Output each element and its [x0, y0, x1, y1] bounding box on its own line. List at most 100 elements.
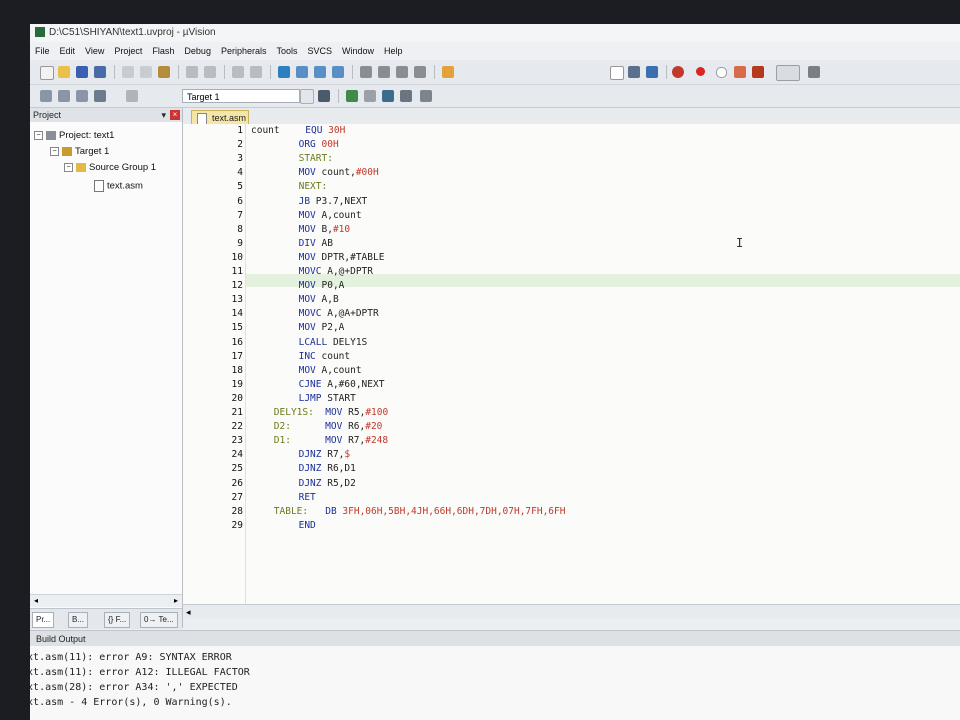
menu-view[interactable]: View	[80, 42, 109, 60]
batch-build-icon[interactable]	[94, 90, 106, 102]
target-dropdown-icon[interactable]	[300, 89, 314, 104]
configure-icon[interactable]	[808, 66, 820, 78]
code-literal: $	[344, 449, 351, 461]
target-options-icon[interactable]	[318, 90, 330, 102]
menu-help[interactable]: Help	[379, 42, 408, 60]
paste-icon[interactable]	[158, 66, 170, 78]
menu-flash[interactable]: Flash	[147, 42, 179, 60]
save-all-icon[interactable]	[94, 66, 106, 78]
comment-icon[interactable]	[396, 66, 408, 78]
build-icon[interactable]	[58, 90, 70, 102]
menu-edit[interactable]: Edit	[55, 42, 81, 60]
prev-bookmark-icon[interactable]	[296, 66, 308, 78]
code-mnemonic: MOV	[298, 167, 316, 179]
tree-group-label: Source Group 1	[89, 162, 157, 173]
undo-icon[interactable]	[186, 66, 198, 78]
indent-icon[interactable]	[360, 66, 372, 78]
window-layout-icon[interactable]	[776, 65, 800, 81]
project-panel-tabs: Pr... B... {} F... 0→ Te...	[30, 608, 182, 629]
project-hscrollbar[interactable]: ◂ ▸	[30, 594, 182, 607]
code-editor[interactable]: 1 count EQU 30H 2 ORG 00H 3 START: 4 MOV count,#…	[183, 124, 960, 604]
nav-back-icon[interactable]	[232, 66, 244, 78]
tab-functions[interactable]: {} F...	[104, 612, 131, 628]
tab-books[interactable]: B...	[68, 612, 89, 628]
build-output-header: Build Output	[30, 630, 960, 647]
run-time-env-icon[interactable]	[400, 90, 412, 102]
file-extensions-icon[interactable]	[364, 90, 376, 102]
build-output-title: Build Output	[36, 634, 86, 644]
scroll-left-icon[interactable]: ◂	[186, 605, 191, 619]
select-packs-icon[interactable]	[382, 90, 394, 102]
line-number: 1	[237, 125, 243, 136]
kill-breakpoints-icon[interactable]	[752, 66, 764, 78]
code-line: MOV B,#10	[251, 224, 351, 235]
manage-components-icon[interactable]	[346, 90, 358, 102]
tab-templates[interactable]: 0→ Te...	[140, 612, 178, 628]
new-file-icon[interactable]	[40, 66, 54, 80]
target-select[interactable]: Target 1	[182, 89, 300, 103]
code-label: DELY1S:	[273, 407, 314, 418]
bookmark-icon[interactable]	[278, 66, 290, 78]
cut-icon[interactable]	[122, 66, 134, 78]
tree-file[interactable]: text.asm	[94, 180, 143, 192]
clear-breakpoints-icon[interactable]	[734, 66, 746, 78]
find-icon[interactable]	[628, 66, 640, 78]
code-label: D1:	[273, 435, 291, 447]
build-toolbar: Target 1	[30, 85, 960, 108]
line-number: 29	[231, 519, 243, 531]
tree-target[interactable]: − Target 1	[50, 146, 109, 157]
translate-icon[interactable]	[40, 90, 52, 102]
menu-project[interactable]: Project	[109, 42, 147, 60]
tree-source-group[interactable]: − Source Group 1	[64, 162, 156, 173]
collapse-icon[interactable]: −	[64, 162, 73, 172]
breakpoint-icon[interactable]	[696, 67, 705, 76]
nav-forward-icon[interactable]	[250, 66, 262, 78]
pin-icon[interactable]: ▾	[161, 108, 166, 122]
menu-svcs[interactable]: SVCS	[303, 42, 338, 60]
folder-icon	[62, 146, 72, 156]
find-dropdown-icon[interactable]	[610, 66, 624, 80]
code-mnemonic: MOVC	[298, 308, 322, 320]
tree-project-root[interactable]: − Project: text1	[34, 130, 114, 141]
menu-tools[interactable]: Tools	[271, 42, 302, 60]
rebuild-icon[interactable]	[76, 90, 88, 102]
collapse-icon[interactable]: −	[34, 130, 43, 140]
save-icon[interactable]	[76, 66, 88, 78]
find-in-files-icon[interactable]	[442, 66, 454, 78]
download-icon[interactable]	[126, 90, 138, 102]
code-line: DJNZ R7,$	[251, 449, 351, 461]
tree-project-label: Project: text1	[59, 130, 115, 141]
code-mnemonic: CJNE	[298, 378, 322, 390]
copy-icon[interactable]	[140, 66, 152, 78]
incremental-find-icon[interactable]	[646, 66, 658, 78]
collapse-icon[interactable]: −	[50, 146, 59, 156]
tab-project[interactable]: Pr...	[32, 612, 55, 628]
line-number: 12	[231, 280, 243, 292]
menu-file[interactable]: File	[30, 42, 55, 60]
unindent-icon[interactable]	[378, 66, 390, 78]
code-line: DJNZ R6,D1	[251, 463, 356, 474]
open-folder-icon[interactable]	[58, 66, 70, 78]
clear-bookmarks-icon[interactable]	[332, 66, 344, 78]
debug-session-icon[interactable]	[672, 66, 684, 78]
menu-debug[interactable]: Debug	[179, 42, 216, 60]
disable-breakpoint-icon[interactable]	[716, 67, 727, 78]
code-line: DJNZ R5,D2	[251, 478, 356, 489]
menu-peripherals[interactable]: Peripherals	[216, 42, 272, 60]
editor-tab-label: text.asm	[212, 113, 247, 123]
next-bookmark-icon[interactable]	[314, 66, 326, 78]
editor-hscrollbar[interactable]: ◂	[183, 604, 960, 619]
redo-icon[interactable]	[204, 66, 216, 78]
close-icon[interactable]: ×	[170, 110, 180, 120]
uncomment-icon[interactable]	[414, 66, 426, 78]
code-mnemonic: LCALL	[298, 336, 328, 348]
code-label: count	[251, 125, 280, 136]
editor-tab-text-asm[interactable]: text.asm	[191, 110, 249, 125]
line-number: 13	[231, 294, 243, 306]
main-toolbar	[30, 60, 960, 85]
scroll-right-icon[interactable]: ▸	[174, 595, 178, 607]
scroll-left-icon[interactable]: ◂	[34, 595, 38, 607]
pack-installer-icon[interactable]	[420, 90, 432, 102]
menu-window[interactable]: Window	[337, 42, 379, 60]
code-mnemonic: ORG	[298, 139, 316, 151]
